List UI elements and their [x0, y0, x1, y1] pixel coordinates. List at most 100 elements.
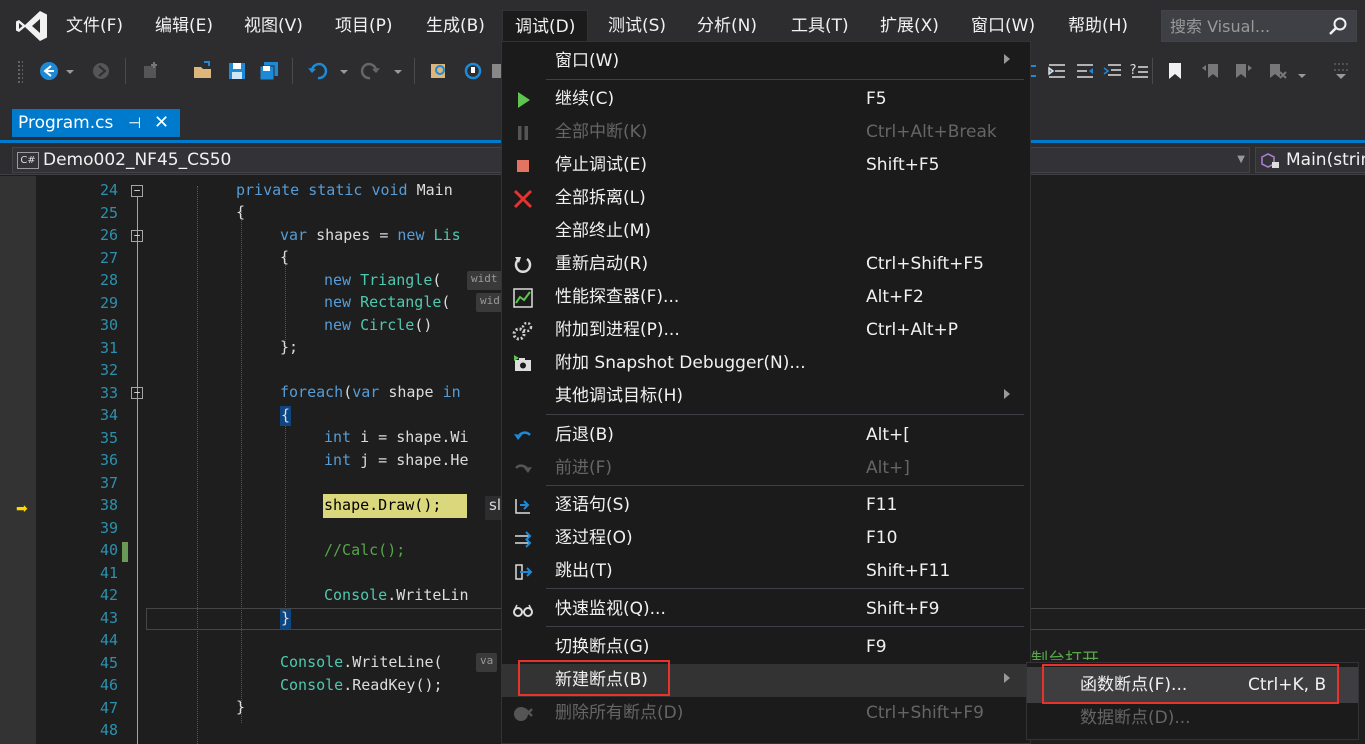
- menu-extensions[interactable]: 扩展(X): [880, 14, 939, 38]
- line-number: 38: [99, 496, 118, 514]
- save-icon[interactable]: [226, 60, 248, 82]
- debug-menu-item-0[interactable]: 窗口(W): [502, 45, 1030, 78]
- line-number: 34: [99, 406, 118, 424]
- indicator-margin[interactable]: [0, 176, 36, 744]
- tab-program-cs[interactable]: Program.cs ⊣ ✕: [12, 109, 180, 137]
- debug-menu-item-1[interactable]: 继续(C) F5: [502, 83, 1030, 116]
- menu-project[interactable]: 项目(P): [335, 14, 393, 38]
- line-number: 29: [99, 293, 118, 312]
- chevron-down-icon[interactable]: ▼: [1237, 154, 1245, 165]
- undo-icon[interactable]: [306, 60, 328, 82]
- prev-bookmark-icon[interactable]: [1200, 60, 1222, 82]
- toolbar-grip[interactable]: [17, 60, 23, 84]
- search-icon[interactable]: [1328, 16, 1348, 36]
- menu-build[interactable]: 生成(B): [426, 14, 485, 38]
- debug-menu-item-4[interactable]: 全部拆离(L): [502, 182, 1030, 215]
- code-token: new: [324, 271, 361, 289]
- menu-item-label: 前进(F): [555, 458, 613, 478]
- menu-item-label: 后退(B): [555, 425, 614, 445]
- menu-window[interactable]: 窗口(W): [971, 14, 1035, 38]
- refresh-icon[interactable]: [462, 60, 484, 82]
- toolbar-separator: [1152, 58, 1153, 84]
- debug-menu-item-13[interactable]: 逐语句(S) F11: [502, 489, 1030, 522]
- outdent-icon[interactable]: [1074, 60, 1096, 82]
- menu-edit[interactable]: 编辑(E): [155, 14, 213, 38]
- current-statement-arrow-icon: ➡: [16, 501, 28, 517]
- line-number: 44: [99, 631, 118, 649]
- undo-dropdown-icon[interactable]: [338, 60, 350, 82]
- code-line-30: new Circle(): [324, 316, 432, 334]
- search-box[interactable]: [1161, 10, 1357, 42]
- clear-bookmarks-icon[interactable]: [1266, 60, 1288, 82]
- debug-menu-item-19[interactable]: 删除所有断点(D) Ctrl+Shift+F9: [502, 697, 1030, 730]
- next-bookmark-icon[interactable]: [1232, 60, 1254, 82]
- step-forward-icon: [512, 458, 534, 480]
- redo-icon[interactable]: [360, 60, 382, 82]
- menu-help[interactable]: 帮助(H): [1068, 14, 1128, 38]
- code-line-34: {: [281, 406, 291, 424]
- menu-item-label: 跳出(T): [555, 561, 613, 581]
- menu-view[interactable]: 视图(V): [244, 14, 303, 38]
- debug-menu-item-15[interactable]: 跳出(T) Shift+F11: [502, 555, 1030, 588]
- project-name: Demo002_NF45_CS50: [43, 150, 232, 170]
- close-icon[interactable]: ✕: [154, 109, 169, 137]
- line-number: 36: [99, 451, 118, 469]
- open-folder-icon[interactable]: [192, 60, 214, 82]
- uncomment-icon[interactable]: ?: [1128, 60, 1150, 82]
- debug-menu-item-5[interactable]: 全部终止(M): [502, 215, 1030, 248]
- collapse-icon[interactable]: −: [131, 387, 143, 399]
- bookmark-icon[interactable]: [1164, 60, 1186, 82]
- search-input[interactable]: [1170, 15, 1320, 37]
- menu-item-shortcut: Ctrl+Alt+P: [866, 320, 959, 340]
- line-number: 46: [99, 676, 118, 694]
- debug-menu-item-3[interactable]: 停止调试(E) Shift+F5: [502, 149, 1030, 182]
- new-item-icon[interactable]: [140, 60, 162, 82]
- debug-menu-item-8[interactable]: 附加到进程(P)... Ctrl+Alt+P: [502, 314, 1030, 347]
- debug-menu-item-9[interactable]: 附加 Snapshot Debugger(N)...: [502, 347, 1030, 380]
- pin-icon[interactable]: ⊣: [128, 109, 141, 137]
- type-dropdown[interactable]: ▼: [1030, 147, 1250, 173]
- project-dropdown[interactable]: C# Demo002_NF45_CS50: [12, 147, 512, 173]
- code-token: Console: [324, 586, 388, 604]
- member-dropdown[interactable]: Main(strin: [1255, 147, 1365, 173]
- delete-breakpoints-icon: [512, 703, 534, 725]
- toolbar-options-icon[interactable]: [1330, 60, 1352, 82]
- indent-icon[interactable]: [1046, 60, 1068, 82]
- redo-dropdown-icon[interactable]: [392, 60, 404, 82]
- menu-test[interactable]: 测试(S): [608, 14, 666, 38]
- debug-menu-item-14[interactable]: 逐过程(O) F10: [502, 522, 1030, 555]
- menu-analyze[interactable]: 分析(N): [697, 14, 757, 38]
- navigate-back-icon[interactable]: [38, 60, 60, 82]
- step-into-icon: [512, 495, 534, 517]
- find-in-files-icon[interactable]: [428, 60, 450, 82]
- debug-menu-item-10[interactable]: 其他调试目标(H): [502, 380, 1030, 413]
- line-number: 45: [99, 653, 118, 672]
- debug-menu-dropdown: 窗口(W) 继续(C) F5 全部中断(K) Ctrl+Alt+Break 停止调试(E)…: [501, 41, 1031, 744]
- back-dropdown-icon[interactable]: [64, 60, 76, 82]
- debug-menu-item-2[interactable]: 全部中断(K) Ctrl+Alt+Break: [502, 116, 1030, 149]
- collapse-icon[interactable]: −: [131, 185, 143, 197]
- code-token: new: [324, 316, 361, 334]
- data-breakpoint-item[interactable]: 数据断点(D)...: [1080, 705, 1191, 731]
- comment-icon[interactable]: [1102, 60, 1124, 82]
- debug-menu-item-12[interactable]: 前进(F) Alt+]: [502, 452, 1030, 485]
- save-all-icon[interactable]: [258, 60, 280, 82]
- code-token: (: [432, 271, 442, 289]
- continue-icon: [512, 89, 534, 111]
- navigate-forward-icon[interactable]: [90, 60, 112, 82]
- menu-item-label: 附加 Snapshot Debugger(N)...: [555, 353, 806, 373]
- menu-file[interactable]: 文件(F): [66, 14, 123, 38]
- line-number: 41: [99, 563, 118, 582]
- debug-menu-item-16[interactable]: 快速监视(Q)... Shift+F9: [502, 593, 1030, 626]
- menu-item-shortcut: F9: [866, 637, 887, 657]
- toolbar-overflow-icon[interactable]: [1296, 60, 1308, 82]
- debug-menu-item-7[interactable]: 性能探查器(F)... Alt+F2: [502, 281, 1030, 314]
- collapse-icon[interactable]: −: [131, 230, 143, 242]
- code-line-47: }: [236, 698, 246, 716]
- debug-menu-item-11[interactable]: 后退(B) Alt+[: [502, 419, 1030, 452]
- menu-tools[interactable]: 工具(T): [791, 14, 849, 38]
- debug-menu-item-6[interactable]: 重新启动(R) Ctrl+Shift+F5: [502, 248, 1030, 281]
- menu-item-shortcut: Shift+F9: [866, 599, 940, 619]
- parameter-hint: va: [476, 653, 498, 672]
- code-line-45: Console.WriteLine(: [280, 653, 443, 671]
